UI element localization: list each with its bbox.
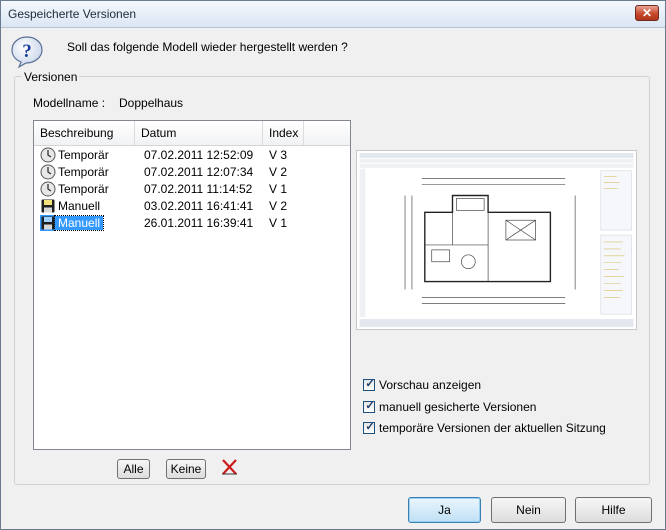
checkmark-icon: ✓ (365, 378, 375, 390)
yes-button[interactable]: Ja (408, 497, 481, 523)
model-preview-image (356, 150, 637, 330)
checkmark-icon: ✓ (365, 421, 375, 433)
row-index: V 3 (269, 148, 288, 162)
checkmark-icon: ✓ (365, 400, 375, 412)
floppy-disk-icon (41, 199, 55, 213)
row-description: Temporär (58, 182, 109, 196)
model-name-value: Doppelhaus (119, 96, 184, 110)
row-date: 07.02.2011 11:14:52 (144, 182, 253, 196)
select-none-button[interactable]: Keine (166, 459, 206, 479)
column-header-description[interactable]: Beschreibung (34, 121, 135, 145)
question-icon: ? (11, 36, 43, 69)
clock-icon (40, 147, 56, 163)
row-date: 26.01.2011 16:39:41 (144, 216, 254, 230)
title-bar[interactable]: Gespeicherte Versionen ✕ (1, 1, 665, 28)
row-description: Manuell (53, 215, 105, 231)
clock-icon (40, 164, 56, 180)
no-button[interactable]: Nein (491, 497, 566, 523)
row-description: Temporär (58, 165, 109, 179)
column-header-date[interactable]: Datum (135, 121, 263, 145)
row-index: V 2 (269, 165, 288, 179)
column-header-index[interactable]: Index (263, 121, 304, 145)
list-header: Beschreibung Datum Index (34, 121, 350, 146)
show-preview-checkbox[interactable]: ✓ (363, 378, 375, 391)
model-name-label: Modellname : (33, 96, 106, 110)
versions-list[interactable]: Beschreibung Datum Index Temporär 07.02.… (33, 120, 351, 450)
versions-group-label: Versionen (22, 70, 80, 84)
show-preview-label[interactable]: Vorschau anzeigen (379, 378, 481, 392)
clock-icon (40, 181, 56, 197)
row-description: Temporär (58, 148, 109, 162)
list-item[interactable]: Manuell 03.02.2011 16:41:41 V 2 (34, 198, 350, 215)
row-description-wrapper: Manuell (53, 215, 105, 232)
row-date: 03.02.2011 16:41:41 (144, 199, 254, 213)
window-title: Gespeicherte Versionen (8, 7, 137, 21)
row-index: V 2 (269, 199, 288, 213)
help-button[interactable]: Hilfe (575, 497, 652, 523)
close-icon: ✕ (641, 6, 653, 20)
row-index: V 1 (269, 216, 288, 230)
floppy-disk-icon (40, 215, 56, 231)
row-index: V 1 (269, 182, 288, 196)
row-date: 07.02.2011 12:52:09 (144, 148, 254, 162)
manual-versions-label[interactable]: manuell gesicherte Versionen (379, 400, 536, 414)
list-item-selected[interactable]: Manuell 26.01.2011 16:39:41 V 1 (34, 215, 350, 232)
select-all-button[interactable]: Alle (117, 459, 150, 479)
close-button[interactable]: ✕ (635, 5, 659, 21)
list-item[interactable]: Temporär 07.02.2011 12:52:09 V 3 (34, 147, 350, 164)
question-text: Soll das folgende Modell wieder hergeste… (67, 40, 348, 54)
list-item[interactable]: Temporär 07.02.2011 11:14:52 V 1 (34, 181, 350, 198)
delete-x-icon[interactable] (219, 457, 239, 477)
temporary-versions-label[interactable]: temporäre Versionen der aktuellen Sitzun… (379, 421, 606, 435)
row-date: 07.02.2011 12:07:34 (144, 165, 254, 179)
manual-versions-checkbox[interactable]: ✓ (363, 400, 375, 413)
row-description: Manuell (58, 199, 101, 213)
list-item[interactable]: Temporär 07.02.2011 12:07:34 V 2 (34, 164, 350, 181)
svg-text:?: ? (22, 41, 32, 62)
temporary-versions-checkbox[interactable]: ✓ (363, 421, 375, 434)
